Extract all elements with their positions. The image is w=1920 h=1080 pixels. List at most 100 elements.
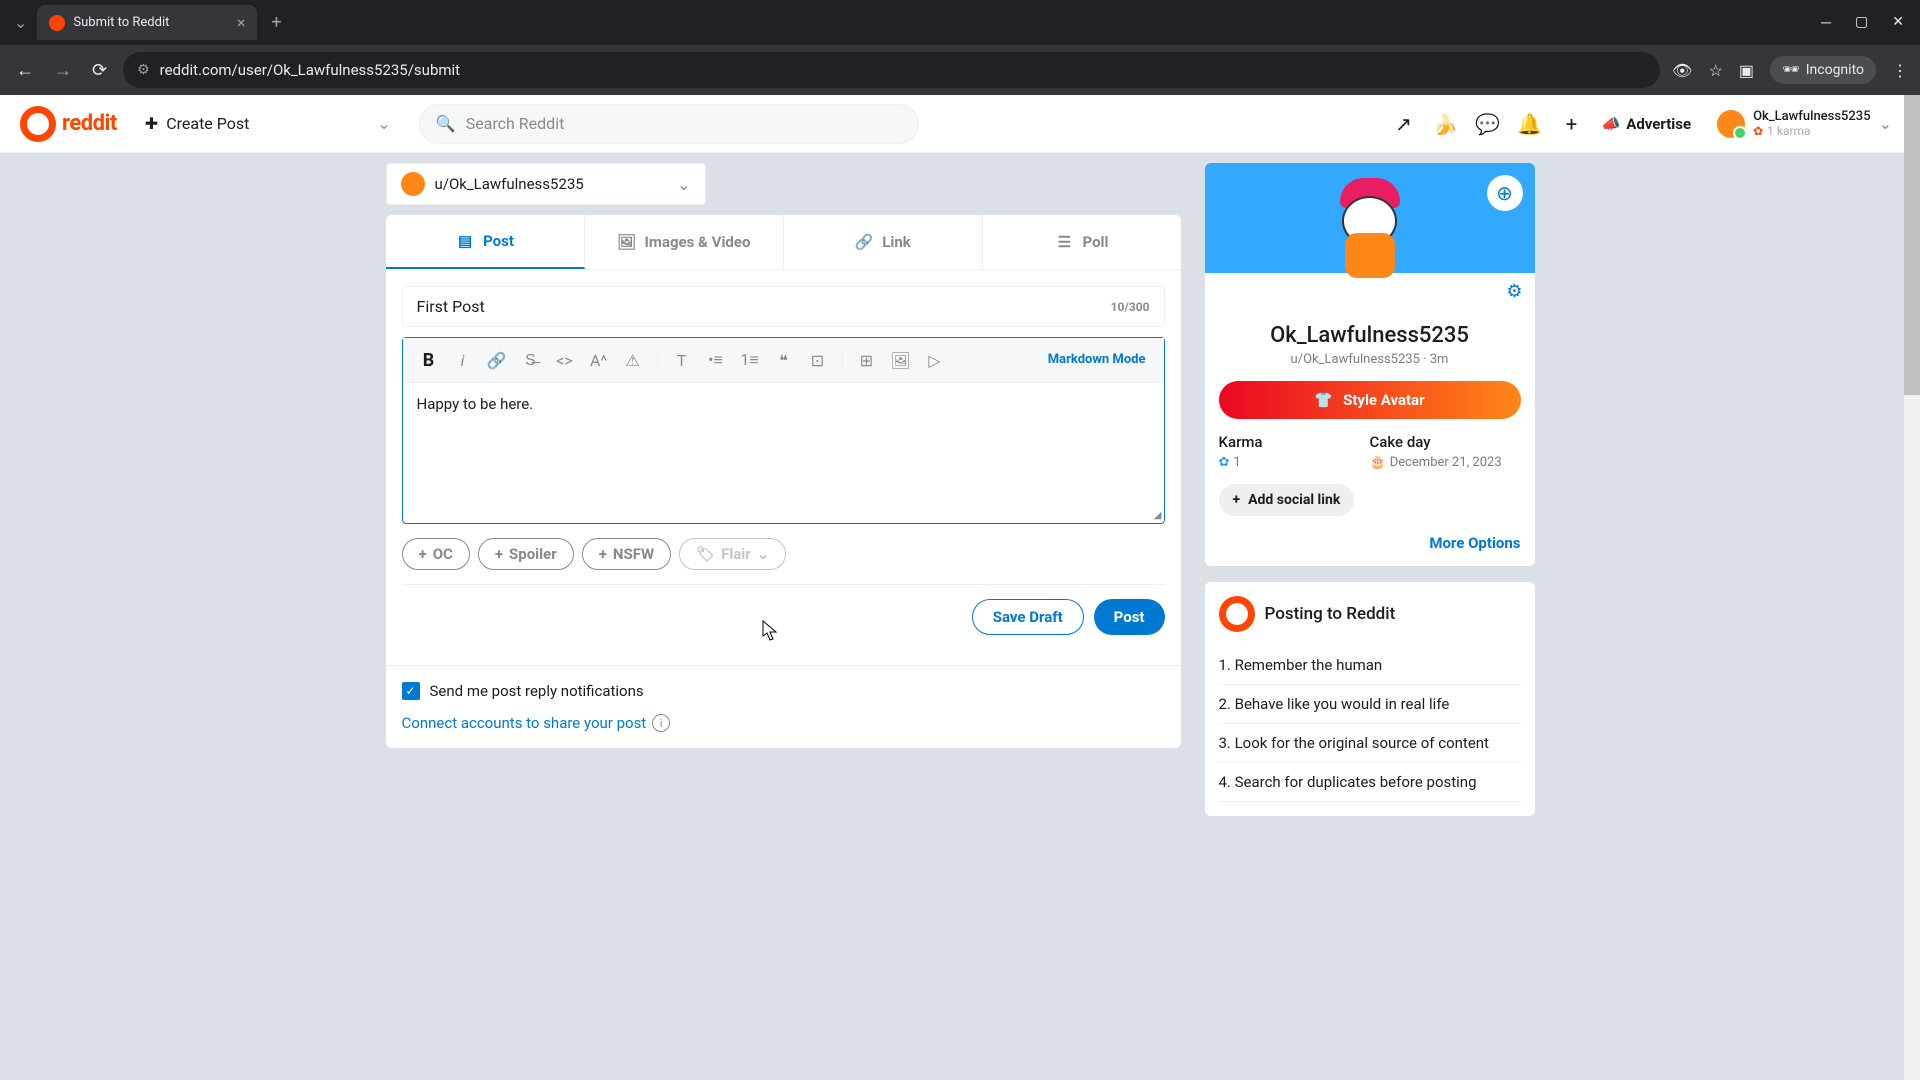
karma-icon: ✿ <box>1219 455 1230 470</box>
image-tool-icon[interactable]: 🖼 <box>885 344 917 376</box>
tab-images-video[interactable]: 🖼 Images & Video <box>585 215 784 269</box>
settings-gear-icon[interactable]: ⚙ <box>1506 281 1522 302</box>
visibility-off-icon[interactable]: 👁 <box>1672 61 1692 80</box>
tab-title: Submit to Reddit <box>73 15 169 30</box>
heading-icon[interactable]: T <box>666 344 698 376</box>
spoiler-tool-icon[interactable]: ⚠ <box>617 344 649 376</box>
scrollbar[interactable] <box>1904 95 1920 1080</box>
rules-title: Posting to Reddit <box>1265 604 1396 624</box>
image-icon: 🖼 <box>617 232 637 252</box>
table-icon[interactable]: ⊞ <box>851 344 883 376</box>
notify-label: Send me post reply notifications <box>430 682 644 700</box>
incognito-badge[interactable]: 🕶 Incognito <box>1770 56 1876 84</box>
link-tool-icon[interactable]: 🔗 <box>481 344 513 376</box>
cake-icon: 🎂 <box>1370 455 1386 470</box>
community-selector[interactable]: u/Ok_Lawfulness5235 ⌄ <box>386 163 706 205</box>
number-list-icon[interactable]: 1≡ <box>734 344 766 376</box>
body-textarea[interactable]: Happy to be here. ◢ <box>403 383 1164 523</box>
chevron-down-icon: ⌄ <box>377 114 390 133</box>
video-tool-icon[interactable]: ▷ <box>919 344 951 376</box>
save-draft-button[interactable]: Save Draft <box>972 599 1084 635</box>
superscript-icon[interactable]: A^ <box>583 344 615 376</box>
oc-tag-button[interactable]: +OC <box>402 538 470 570</box>
coins-icon[interactable]: 🍌 <box>1434 112 1458 136</box>
resize-handle-icon[interactable]: ◢ <box>1154 510 1162 521</box>
plus-icon: + <box>1233 492 1241 508</box>
spoiler-tag-button[interactable]: +Spoiler <box>478 538 574 570</box>
reload-button[interactable]: ⟳ <box>88 56 111 85</box>
bold-icon[interactable]: B <box>413 344 445 376</box>
add-banner-button[interactable]: ⊕ <box>1487 175 1523 211</box>
popular-icon[interactable]: ↗ <box>1392 112 1416 136</box>
rule-item: 4. Search for duplicates before posting <box>1219 763 1521 802</box>
karma-label: Karma <box>1219 433 1370 451</box>
plus-icon: + <box>419 545 427 563</box>
forward-button[interactable]: → <box>50 56 76 85</box>
back-button[interactable]: ← <box>12 56 38 85</box>
close-tab-icon[interactable]: × <box>237 13 246 32</box>
title-input[interactable] <box>417 297 1111 316</box>
strikethrough-icon[interactable]: S̶ <box>515 344 547 376</box>
browser-menu-icon[interactable]: ⋮ <box>1892 61 1908 80</box>
url-bar[interactable]: ⚙ reddit.com/user/Ok_Lawfulness5235/subm… <box>123 52 1660 88</box>
link-icon: 🔗 <box>854 232 874 252</box>
snoo-icon <box>1219 596 1255 632</box>
info-icon[interactable]: i <box>652 714 670 732</box>
url-text: reddit.com/user/Ok_Lawfulness5235/submit <box>160 61 460 79</box>
create-post-dropdown[interactable]: ✚ Create Post ⌄ <box>133 108 403 139</box>
karma-flower-icon: ✿ <box>1753 124 1763 138</box>
tab-poll[interactable]: ☰ Poll <box>983 215 1181 269</box>
posting-rules-card: Posting to Reddit 1. Remember the human … <box>1205 582 1535 816</box>
italic-icon[interactable]: i <box>447 344 479 376</box>
tag-icon: 🏷 <box>696 545 715 563</box>
profile-handle: u/Ok_Lawfulness5235 · 3m <box>1219 352 1521 367</box>
bookmark-icon[interactable]: ☆ <box>1708 61 1722 80</box>
plus-icon: + <box>495 545 503 563</box>
close-window-icon[interactable]: ✕ <box>1892 14 1904 31</box>
minimize-icon[interactable]: ─ <box>1821 14 1831 31</box>
inline-code-icon[interactable]: <> <box>549 344 581 376</box>
add-social-link-button[interactable]: + Add social link <box>1219 484 1355 516</box>
user-menu[interactable]: Ok_Lawfulness5235 ✿1 karma ⌄ <box>1709 105 1900 142</box>
browser-tab-strip: ⌄ Submit to Reddit × + ─ ▢ ✕ <box>0 0 1920 45</box>
search-input[interactable]: 🔍 Search Reddit <box>419 104 919 144</box>
maximize-icon[interactable]: ▢ <box>1855 14 1868 31</box>
tab-post[interactable]: ▤ Post <box>386 215 585 269</box>
quote-icon[interactable]: ❝ <box>768 344 800 376</box>
profile-avatar[interactable] <box>1315 173 1425 283</box>
community-avatar-icon <box>401 172 425 196</box>
browser-tab[interactable]: Submit to Reddit × <box>37 5 257 40</box>
new-tab-button[interactable]: + <box>261 8 291 37</box>
chevron-down-icon: ⌄ <box>757 545 770 563</box>
plus-icon: + <box>599 545 607 563</box>
reddit-favicon <box>49 15 65 31</box>
notifications-icon[interactable]: 🔔 <box>1518 112 1542 136</box>
chevron-down-icon: ⌄ <box>677 175 690 194</box>
notify-checkbox[interactable]: ✓ <box>402 682 420 700</box>
cake-day-label: Cake day <box>1370 433 1521 451</box>
tabs-dropdown-icon[interactable]: ⌄ <box>8 7 33 38</box>
panel-icon[interactable]: ▣ <box>1739 61 1754 80</box>
site-settings-icon[interactable]: ⚙ <box>137 62 150 78</box>
style-avatar-button[interactable]: 👕 Style Avatar <box>1219 381 1521 419</box>
rich-text-editor: B i 🔗 S̶ <> A^ ⚠ T •≡ 1≡ ❝ ⊡ ⊞ 🖼 ▷ <box>402 337 1165 524</box>
chat-icon[interactable]: 💬 <box>1476 112 1500 136</box>
markdown-mode-toggle[interactable]: Markdown Mode <box>1040 348 1154 372</box>
connect-accounts-link[interactable]: Connect accounts to share your post <box>402 714 647 732</box>
rule-item: 1. Remember the human <box>1219 646 1521 685</box>
bullet-list-icon[interactable]: •≡ <box>700 344 732 376</box>
nsfw-tag-button[interactable]: +NSFW <box>582 538 671 570</box>
rule-item: 3. Look for the original source of conte… <box>1219 724 1521 763</box>
code-block-icon[interactable]: ⊡ <box>802 344 834 376</box>
profile-card: ⊕ ⚙ Ok_Lawfulness5235 u/Ok_Lawfulness523… <box>1205 163 1535 566</box>
post-button[interactable]: Post <box>1094 599 1165 635</box>
chevron-down-icon: ⌄ <box>1879 114 1892 133</box>
incognito-icon: 🕶 <box>1782 62 1800 78</box>
tab-link[interactable]: 🔗 Link <box>784 215 983 269</box>
scrollbar-thumb[interactable] <box>1904 95 1920 395</box>
advertise-button[interactable]: 📣 Advertise <box>1602 115 1692 133</box>
browser-address-bar: ← → ⟳ ⚙ reddit.com/user/Ok_Lawfulness523… <box>0 45 1920 95</box>
more-options-link[interactable]: More Options <box>1219 534 1521 552</box>
create-icon[interactable]: + <box>1560 112 1584 136</box>
reddit-logo[interactable]: reddit <box>20 106 117 142</box>
